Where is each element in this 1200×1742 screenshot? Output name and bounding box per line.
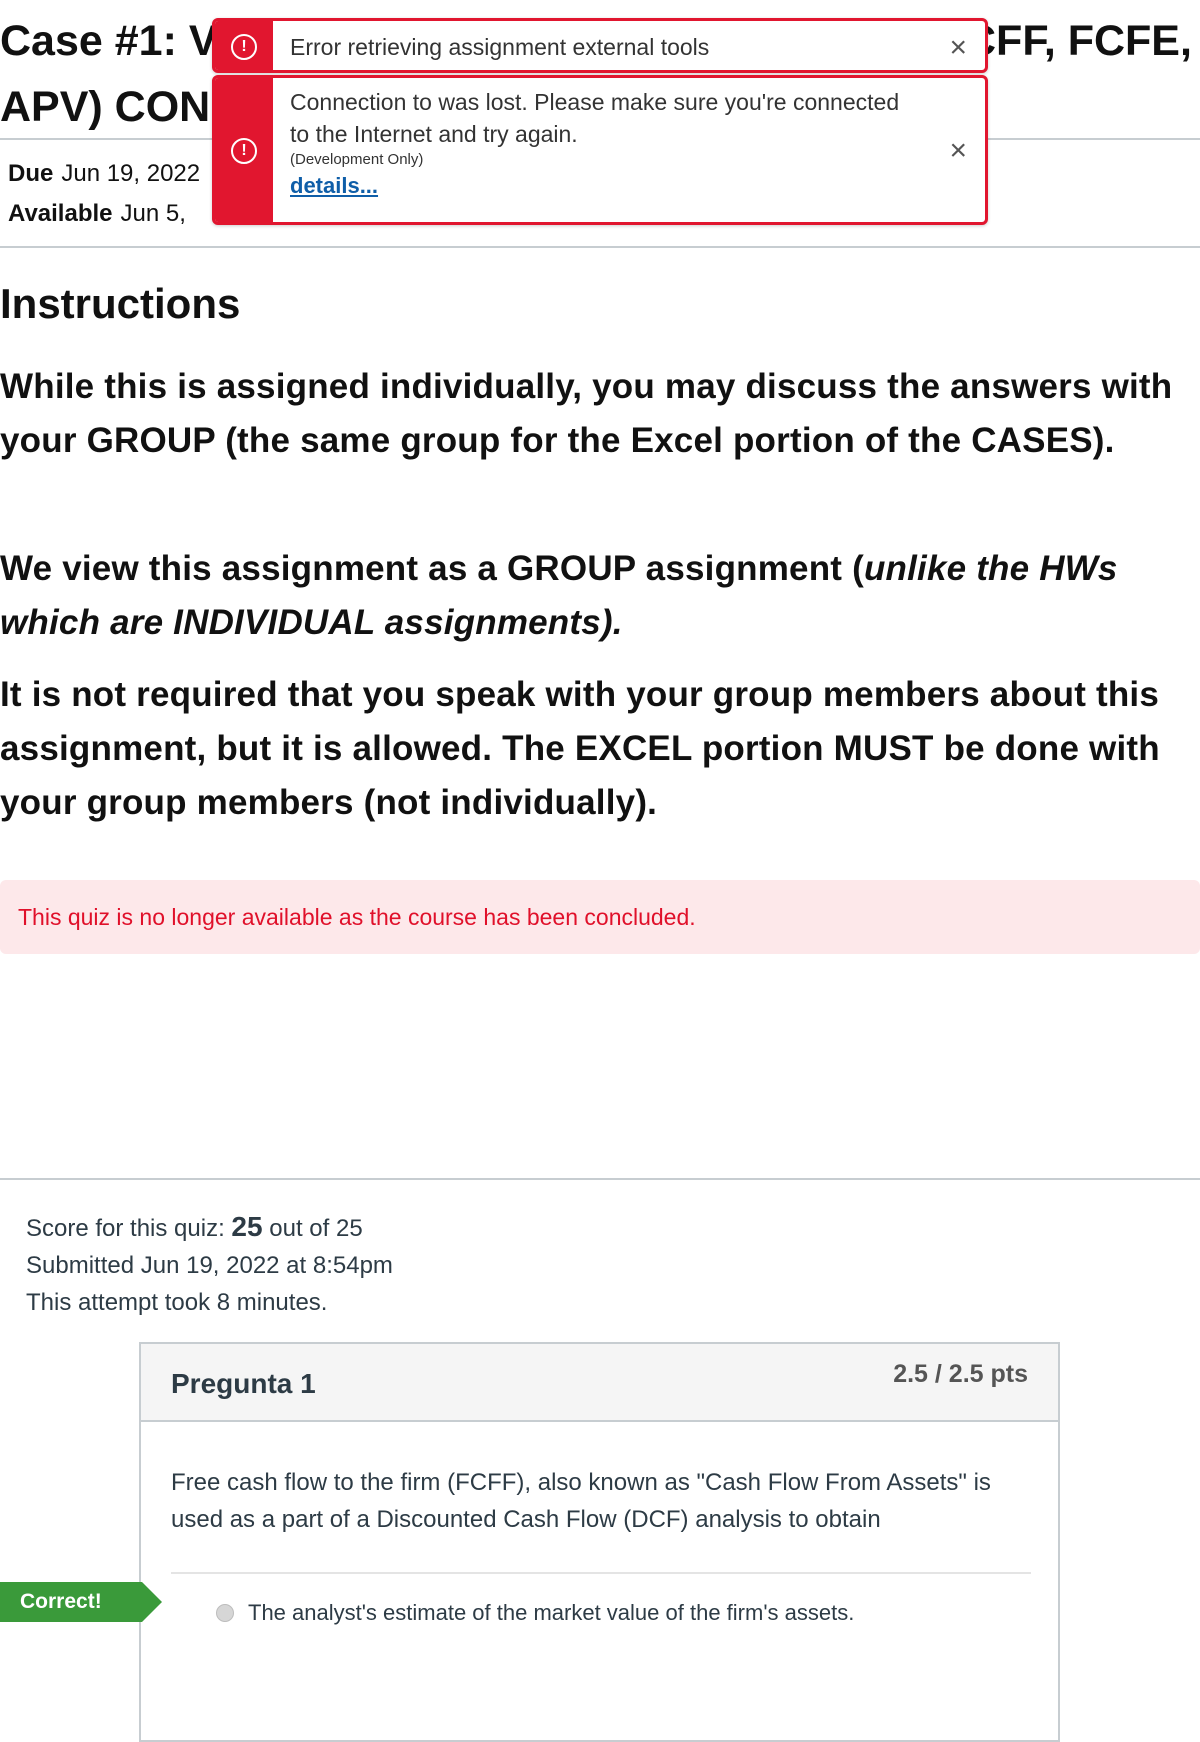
correct-answer-flag: Correct!	[0, 1582, 162, 1622]
connection-lost-text: Connection to was lost. Please make sure…	[290, 89, 900, 147]
score-label: Score for this quiz:	[26, 1215, 225, 1242]
due-date: Due Jun 19, 2022	[8, 160, 200, 188]
instructions-heading: Instructions	[0, 280, 241, 327]
title-right-fragment: CFF, FCFE,	[965, 17, 1192, 65]
instructions-paragraph-3: It is not required that you speak with y…	[0, 675, 1160, 822]
due-label: Due	[8, 160, 54, 187]
question-divider	[171, 1572, 1031, 1574]
quiz-concluded-alert: This quiz is no longer available as the …	[0, 880, 1200, 954]
score-out-of: out of 25	[269, 1215, 363, 1242]
divider-meta	[0, 246, 1200, 248]
radio-button	[216, 1604, 234, 1622]
title-line-2: APV) CON	[0, 83, 211, 131]
error-toast-external-tools: ! Error retrieving assignment external t…	[212, 18, 988, 73]
question-header: Pregunta 1 2.5 / 2.5 pts	[141, 1344, 1058, 1422]
question-title: Pregunta 1	[171, 1368, 316, 1399]
question-points: 2.5 / 2.5 pts	[893, 1360, 1028, 1388]
correct-label: Correct!	[0, 1582, 142, 1622]
due-value: Jun 19, 2022	[61, 160, 201, 187]
answer-text: The analyst's estimate of the market val…	[248, 1600, 855, 1625]
score-line: Score for this quiz: 25 out of 25	[26, 1208, 393, 1247]
error-icon: !	[231, 34, 257, 60]
title-line-1: Case #1: V	[0, 17, 218, 65]
score-value: 25	[231, 1211, 263, 1242]
toast-error-bar: !	[215, 21, 273, 70]
question-text: Free cash flow to the firm (FCFF), also …	[171, 1469, 991, 1533]
error-toast-connection-lost: ! Connection to was lost. Please make su…	[212, 75, 988, 225]
score-summary: Score for this quiz: 25 out of 25 Submit…	[26, 1208, 393, 1321]
p2-normal-text: We view this assignment as a GROUP assig…	[0, 549, 864, 588]
details-link[interactable]: details...	[290, 170, 910, 202]
flag-arrow	[142, 1582, 162, 1622]
error-icon: !	[231, 138, 257, 164]
toast-error-bar: !	[215, 78, 273, 222]
available-label: Available	[8, 200, 113, 227]
duration-line: This attempt took 8 minutes.	[26, 1289, 328, 1316]
dev-only-note: (Development Only)	[290, 151, 424, 168]
instructions-paragraph-2: We view this assignment as a GROUP assig…	[0, 542, 1200, 650]
answer-option: The analyst's estimate of the market val…	[216, 1600, 854, 1626]
submitted-line: Submitted Jun 19, 2022 at 8:54pm	[26, 1252, 393, 1279]
available-date: Available Jun 5,	[8, 200, 186, 228]
toast-message: Error retrieving assignment external too…	[290, 34, 710, 60]
close-icon[interactable]: ×	[949, 33, 967, 63]
divider-score	[0, 1178, 1200, 1180]
close-icon[interactable]: ×	[949, 136, 967, 166]
toast-message: Connection to was lost. Please make sure…	[290, 86, 910, 202]
instructions-paragraph-1: While this is assigned individually, you…	[0, 367, 1173, 460]
available-value: Jun 5,	[120, 200, 186, 227]
question-card: Pregunta 1 2.5 / 2.5 pts Free cash flow …	[139, 1342, 1060, 1742]
